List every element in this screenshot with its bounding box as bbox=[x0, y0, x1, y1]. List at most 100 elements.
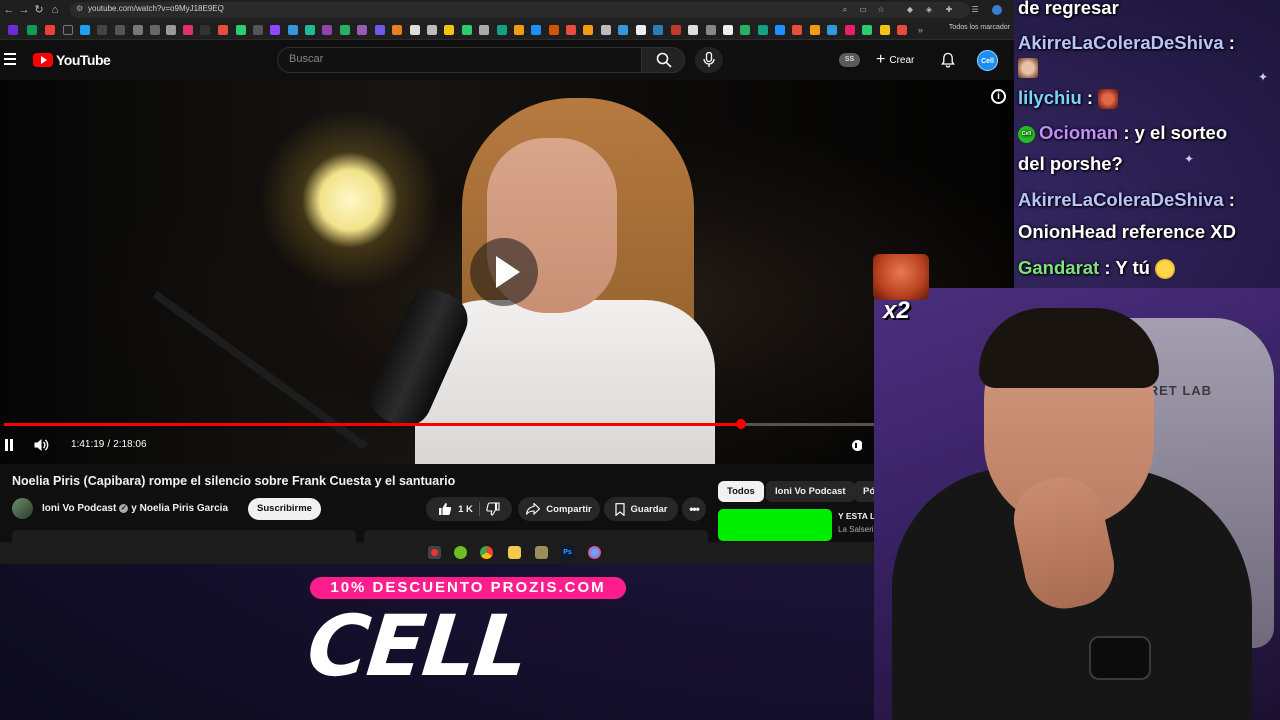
bookmark-icon[interactable] bbox=[514, 25, 524, 35]
bookmark-icon[interactable] bbox=[583, 25, 593, 35]
bookmark-icon[interactable] bbox=[392, 25, 402, 35]
bookmark-icon[interactable] bbox=[845, 25, 855, 35]
user-avatar[interactable]: Cell bbox=[977, 50, 998, 71]
share-button[interactable]: Compartir bbox=[518, 497, 600, 521]
bookmark-icon[interactable] bbox=[462, 25, 472, 35]
extension-icon[interactable]: ◈ bbox=[924, 5, 934, 15]
bookmark-icon[interactable] bbox=[688, 25, 698, 35]
bookmark-icon[interactable] bbox=[706, 25, 716, 35]
app-icon[interactable] bbox=[588, 546, 601, 559]
save-button[interactable]: Guardar bbox=[604, 497, 678, 521]
extensions-puzzle-icon[interactable]: ✚ bbox=[944, 5, 954, 15]
bookmark-icon[interactable] bbox=[775, 25, 785, 35]
bookmark-icon[interactable] bbox=[618, 25, 628, 35]
video-player[interactable]: i 1:41:19/2:18:06 bbox=[0, 80, 1014, 464]
search-button[interactable] bbox=[641, 47, 685, 73]
bookmark-icon[interactable] bbox=[601, 25, 611, 35]
bookmark-icon[interactable] bbox=[758, 25, 768, 35]
home-icon[interactable]: ⌂ bbox=[48, 3, 62, 17]
cast-icon[interactable]: ▭ bbox=[858, 5, 868, 15]
volume-icon[interactable] bbox=[33, 437, 49, 453]
app-icon[interactable] bbox=[428, 546, 441, 559]
info-icon[interactable]: i bbox=[991, 89, 1006, 104]
bookmark-icon[interactable] bbox=[410, 25, 420, 35]
chip-all[interactable]: Todos bbox=[718, 481, 764, 502]
bookmark-icon[interactable] bbox=[133, 25, 143, 35]
bookmark-icon[interactable] bbox=[636, 25, 646, 35]
bookmark-icon[interactable] bbox=[566, 25, 576, 35]
bookmark-icon[interactable] bbox=[270, 25, 280, 35]
bookmark-icon[interactable] bbox=[80, 25, 90, 35]
search-box[interactable] bbox=[277, 47, 642, 73]
app-icon[interactable] bbox=[454, 546, 467, 559]
bookmark-icon[interactable] bbox=[97, 25, 107, 35]
profile-icon[interactable] bbox=[992, 5, 1002, 15]
bookmark-icon[interactable] bbox=[862, 25, 872, 35]
pause-icon[interactable] bbox=[5, 439, 13, 451]
bookmark-icon[interactable] bbox=[549, 25, 559, 35]
bookmark-icon[interactable] bbox=[427, 25, 437, 35]
bookmark-icon[interactable] bbox=[897, 25, 907, 35]
recommendation-title[interactable]: Y ESTA L bbox=[838, 511, 875, 521]
bookmark-icon[interactable] bbox=[253, 25, 263, 35]
zoom-icon[interactable]: ⌕ bbox=[840, 5, 850, 15]
extension-icon[interactable]: ◆ bbox=[905, 5, 915, 15]
bookmark-icon[interactable] bbox=[375, 25, 385, 35]
bookmark-icon[interactable] bbox=[305, 25, 315, 35]
folder-icon[interactable] bbox=[508, 546, 521, 559]
channel-avatar[interactable] bbox=[12, 498, 33, 519]
chrome-icon[interactable] bbox=[480, 546, 493, 559]
bookmark-icon[interactable] bbox=[497, 25, 507, 35]
scrubber-handle[interactable] bbox=[736, 419, 746, 429]
bookmark-icon[interactable] bbox=[236, 25, 246, 35]
bookmark-icon[interactable] bbox=[810, 25, 820, 35]
subscribe-button[interactable]: Suscribirme bbox=[248, 498, 321, 520]
bookmark-icon[interactable] bbox=[166, 25, 176, 35]
autoplay-toggle[interactable] bbox=[852, 440, 864, 451]
bookmark-icon[interactable] bbox=[723, 25, 733, 35]
app-icon[interactable] bbox=[535, 546, 548, 559]
bookmark-icon[interactable] bbox=[653, 25, 663, 35]
bookmark-star-icon[interactable]: ☆ bbox=[876, 5, 886, 15]
bookmark-icon[interactable] bbox=[880, 25, 890, 35]
highlight-box[interactable] bbox=[364, 530, 708, 542]
bookmark-icon[interactable] bbox=[115, 25, 125, 35]
bookmark-icon[interactable] bbox=[150, 25, 160, 35]
bookmark-icon[interactable] bbox=[827, 25, 837, 35]
bookmark-icon[interactable] bbox=[218, 25, 228, 35]
bookmark-icon[interactable] bbox=[27, 25, 37, 35]
bookmark-icon[interactable] bbox=[740, 25, 750, 35]
bookmark-icon[interactable] bbox=[200, 25, 210, 35]
youtube-logo-icon[interactable] bbox=[33, 53, 53, 67]
more-actions-button[interactable]: ••• bbox=[682, 497, 706, 521]
reading-list-icon[interactable]: ☰ bbox=[970, 5, 980, 15]
bookmark-icon[interactable] bbox=[671, 25, 681, 35]
voice-search-button[interactable] bbox=[695, 47, 723, 73]
bookmark-icon[interactable] bbox=[357, 25, 367, 35]
hamburger-menu-icon[interactable] bbox=[4, 53, 16, 67]
address-bar[interactable]: ⚙ youtube.com/watch?v=o9MyJ18E9EQ ⌕ ▭ ☆ bbox=[70, 2, 970, 18]
recommendation-thumbnail[interactable] bbox=[718, 509, 832, 541]
youtube-wordmark[interactable]: YouTube bbox=[56, 52, 111, 68]
dislike-icon[interactable] bbox=[486, 502, 500, 516]
notifications-bell-icon[interactable] bbox=[940, 52, 956, 68]
bookmark-icon[interactable] bbox=[479, 25, 489, 35]
like-count[interactable]: 1 K bbox=[458, 504, 473, 515]
bookmark-icon[interactable] bbox=[8, 25, 18, 35]
all-bookmarks-folder[interactable]: Todos los marcador bbox=[949, 24, 1010, 31]
account-switcher-badge[interactable]: SS bbox=[839, 53, 860, 67]
bookmark-icon[interactable] bbox=[183, 25, 193, 35]
more-bookmarks-icon[interactable]: » bbox=[918, 25, 928, 35]
bookmark-icon[interactable] bbox=[288, 25, 298, 35]
like-icon[interactable] bbox=[438, 502, 452, 516]
reload-icon[interactable]: ↻ bbox=[32, 3, 46, 17]
collaborator-name[interactable]: y Noelia Piris Garcia bbox=[131, 503, 228, 514]
play-overlay-icon[interactable] bbox=[470, 238, 538, 306]
progress-bar[interactable] bbox=[4, 419, 1010, 429]
back-icon[interactable]: ← bbox=[2, 3, 16, 17]
channel-name[interactable]: Ioni Vo Podcast bbox=[42, 503, 116, 514]
site-info-icon[interactable]: ⚙ bbox=[76, 4, 83, 13]
forward-icon[interactable]: → bbox=[17, 3, 31, 17]
search-input[interactable] bbox=[289, 53, 619, 65]
bookmark-icon[interactable] bbox=[322, 25, 332, 35]
